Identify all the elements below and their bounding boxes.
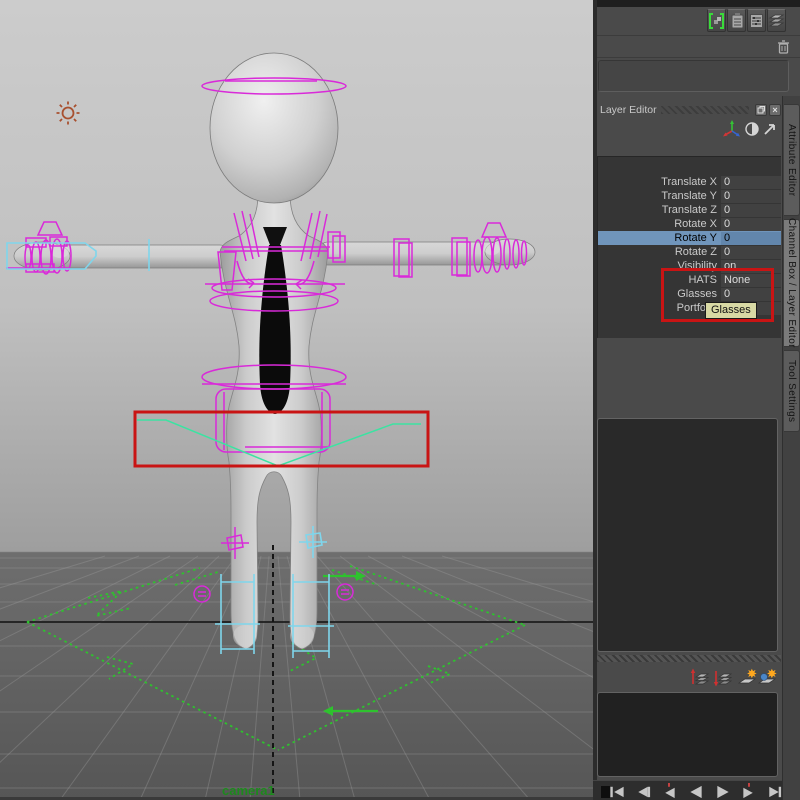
selection-highlight-icon [709,12,724,29]
move-layer-up-icon [690,668,710,685]
go-to-start-icon [610,786,624,798]
channel-value-field[interactable]: 0 [721,189,781,203]
channel-attribute-label[interactable]: Translate Z [598,204,721,216]
clipboard-button[interactable] [727,9,746,32]
move-axis-button[interactable] [723,120,740,138]
step-forward-key-button[interactable] [739,783,761,800]
move-layer-down-button[interactable] [711,668,733,688]
panel-restore-button[interactable] [755,103,767,116]
channel-attribute-label[interactable]: Rotate Y [598,232,721,244]
step-back-key-button[interactable] [659,783,681,800]
layers-stack-icon [768,14,785,26]
channel-value-field[interactable]: 0 [721,217,781,231]
tab-channel-box-layer-editor[interactable]: Channel Box / Layer Editor [784,218,800,348]
channel-attribute-label[interactable]: Translate X [598,176,721,188]
layer-editor-splitter[interactable] [597,655,781,662]
anim-layer-list[interactable] [597,692,778,777]
right-arm[interactable] [317,241,515,266]
play-backward-icon [690,785,702,799]
contrast-sphere-icon [745,122,759,136]
go-to-start-button[interactable] [607,783,629,800]
channel-value-field[interactable]: 0 [721,203,781,217]
contrast-sphere-button[interactable] [744,120,761,138]
step-forward-frame-icon [769,786,782,798]
new-empty-layer-icon [737,668,757,684]
play-forward-button[interactable] [713,783,735,800]
head[interactable] [209,52,339,204]
panel-gutter[interactable] [593,0,597,800]
clipboard-icon [731,12,744,28]
sidebar-tab-strip: Attribute Editor Channel Box / Layer Edi… [782,96,800,800]
channel-row[interactable]: Rotate Y0 [598,231,781,245]
panel-close-button[interactable]: × [769,103,781,116]
maya-window: camera1 Layer Editor × Translate X 0 Tra… [0,0,800,800]
arrow-ne-button[interactable] [762,120,779,138]
tab-tool-settings-label: Tool Settings [786,359,797,423]
display-layer-list[interactable] [597,418,778,652]
channel-value-field[interactable]: 0 [721,175,781,189]
layer-name-field[interactable] [598,60,789,92]
channel-row[interactable]: Translate Y0 [598,189,781,203]
channel-row[interactable]: Rotate Z0 [598,245,781,259]
viewport-3d[interactable]: camera1 [0,0,593,800]
layer-editor-header[interactable]: Layer Editor × [597,101,781,118]
layer-editor-title: Layer Editor [600,103,657,116]
glasses-tooltip: Glasses [705,302,757,319]
step-back-frame-icon [638,786,651,798]
channel-attribute-label[interactable]: Translate Y [598,190,721,202]
new-layer-from-selected-button[interactable] [757,668,779,688]
restore-window-icon [757,105,765,113]
channel-attribute-label[interactable]: Rotate X [598,218,721,230]
panel-top-edge [597,0,800,7]
channel-row[interactable]: Rotate X0 [598,217,781,231]
step-forward-key-icon [743,783,753,799]
new-layer-from-selected-icon [757,668,777,684]
arrow-ne-icon [764,124,775,135]
tab-attribute-editor-label: Attribute Editor [786,123,797,197]
move-layer-up-button[interactable] [688,668,710,688]
channel-value-field[interactable]: 0 [721,231,781,245]
channel-sliders-icon [750,13,763,28]
move-axis-icon [723,120,740,137]
channel-attribute-label[interactable]: Rotate Z [598,246,721,258]
tab-attribute-editor[interactable]: Attribute Editor [784,104,800,216]
tab-tool-settings[interactable]: Tool Settings [784,350,800,432]
panel-drag-handle[interactable] [660,105,749,114]
move-layer-down-icon [713,671,733,687]
channel-row[interactable]: Translate X0 [598,175,781,189]
trash-icon [778,40,789,54]
play-backward-button[interactable] [686,783,708,800]
channel-box-layer-editor-panel: Layer Editor × Translate X 0 Translate Y0T… [593,0,800,800]
step-back-frame-button[interactable] [633,783,655,800]
new-empty-layer-button[interactable] [737,668,759,688]
channel-row[interactable]: Translate Z0 [598,203,781,217]
channel-sliders-button[interactable] [747,9,766,32]
step-back-key-icon [665,783,675,799]
channel-value-field[interactable]: 0 [721,245,781,259]
selection-highlight-button[interactable] [707,9,726,32]
camera-label: camera1 [222,783,275,798]
playback-controls [593,780,800,800]
play-forward-icon [717,785,729,799]
trash-button[interactable] [776,39,791,55]
tab-channel-box-layer-editor-label: Channel Box / Layer Editor [786,218,797,348]
layers-stack-button[interactable] [767,9,786,32]
